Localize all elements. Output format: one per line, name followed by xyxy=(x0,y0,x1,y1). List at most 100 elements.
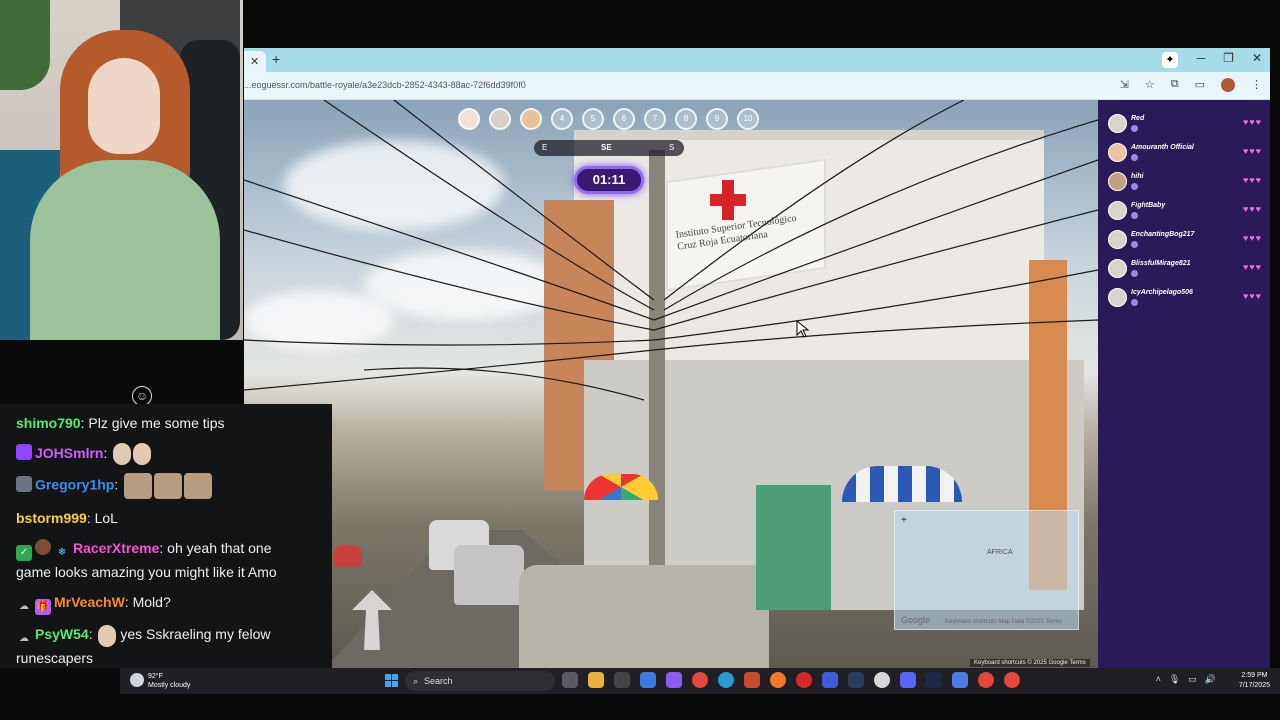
chat-colon: : xyxy=(103,445,112,461)
lives-hearts: ♥♥♥ xyxy=(1242,262,1262,272)
chrome-icon[interactable] xyxy=(978,672,994,688)
browser-tab[interactable]: ✕ xyxy=(244,51,266,72)
player-name: FightBaby xyxy=(1131,202,1166,209)
lives-hearts: ♥♥♥ xyxy=(1242,175,1262,185)
street-view-panorama[interactable]: Instituto Superior Tecnológico Cruz Roja… xyxy=(244,100,1098,668)
guess-minimap[interactable]: + AFRICA Google Keyboard shortcuts Map D… xyxy=(894,510,1079,630)
star-icon[interactable]: ☆ xyxy=(1145,78,1155,92)
sidebar-icon[interactable]: ▭ xyxy=(1195,78,1205,92)
navigation-arrow-icon[interactable] xyxy=(352,590,392,650)
compass-heading: SE xyxy=(601,143,612,152)
firefox-icon[interactable] xyxy=(770,672,786,688)
install-icon[interactable]: ⇲ xyxy=(1120,78,1129,92)
zoom-in-icon[interactable]: + xyxy=(901,515,907,526)
clock[interactable]: 2:59 PM 7/17/2025 xyxy=(1239,671,1270,691)
system-tray: ˄ 🎙 ▭ 🔊 xyxy=(1156,674,1216,685)
chat-message: shimo790: Plz give me some tips xyxy=(16,412,316,434)
chat-username[interactable]: MrVeachW xyxy=(54,594,125,610)
app-icon[interactable] xyxy=(952,672,968,688)
store-icon[interactable] xyxy=(640,672,656,688)
badge-icon: ☁ xyxy=(19,633,29,645)
emote-icon xyxy=(133,443,152,466)
emote-icon xyxy=(184,473,213,500)
emote-icon xyxy=(154,473,183,500)
chat-message: ✓ ❄ RacerXtreme: oh yeah that one xyxy=(16,537,316,562)
temperature: 92°F xyxy=(148,673,163,680)
minimize-icon[interactable]: ─ xyxy=(1197,51,1206,65)
player-avatar xyxy=(489,108,511,130)
chat-username[interactable]: bstorm999 xyxy=(16,510,87,526)
photoshop-icon[interactable] xyxy=(926,672,942,688)
chat-message-continued: game looks amazing you might like it Amo xyxy=(16,561,316,583)
microphone-icon[interactable]: 🎙 xyxy=(1169,674,1180,685)
player-avatar xyxy=(1108,288,1127,307)
emote-icon xyxy=(98,624,117,647)
player-slot: 5 xyxy=(582,108,604,130)
chat-message: JOHSmlrn: xyxy=(16,442,316,466)
chat-colon: : xyxy=(114,477,123,493)
taskbar-apps xyxy=(562,672,1020,688)
start-icon[interactable] xyxy=(385,674,398,687)
player-list: Red ♥♥♥ Amouranth Official ♥♥♥ hihi ♥♥♥ … xyxy=(1098,100,1270,668)
chat-colon: : xyxy=(159,540,168,557)
more-menu-icon[interactable]: ⋮ xyxy=(1251,78,1262,92)
stream-chat: shimo790: Plz give me some tips JOHSmlrn… xyxy=(0,404,332,668)
emote-picker-icon[interactable]: ☺ xyxy=(132,386,152,406)
app-icon[interactable] xyxy=(614,672,630,688)
app-icon[interactable] xyxy=(744,672,760,688)
player-slot: 10 xyxy=(737,108,759,130)
chat-username[interactable]: JOHSmlrn xyxy=(35,445,103,461)
window-controls: ─ ❐ ✕ xyxy=(1197,51,1262,65)
player-slot: 9 xyxy=(706,108,728,130)
chevron-up-icon[interactable]: ˄ xyxy=(1156,674,1161,685)
chrome-icon[interactable] xyxy=(692,672,708,688)
app-icon[interactable] xyxy=(666,672,682,688)
level-badge-icon xyxy=(1131,154,1138,161)
discord-icon[interactable] xyxy=(900,672,916,688)
webcam-streamer-body xyxy=(30,160,220,340)
task-view-icon[interactable] xyxy=(562,672,578,688)
edge-icon[interactable] xyxy=(718,672,734,688)
van xyxy=(519,565,769,668)
chat-colon: : xyxy=(86,510,95,527)
profile-avatar[interactable] xyxy=(1221,78,1235,92)
steam-icon[interactable] xyxy=(848,672,864,688)
chat-username[interactable]: Gregory1hp xyxy=(35,477,114,493)
chat-text: oh yeah that one xyxy=(167,540,272,557)
chrome-icon[interactable] xyxy=(1004,672,1020,688)
player-avatar xyxy=(1108,172,1127,191)
bits-badge-icon xyxy=(16,476,32,492)
chat-colon: : xyxy=(88,626,97,643)
chat-text: Plz give me some tips xyxy=(88,415,225,431)
browser-window: ✕ + ✦ ─ ❐ ✕ ...eoguessr.com/battle-royal… xyxy=(244,48,1270,668)
close-tab-icon[interactable]: ✕ xyxy=(250,55,259,68)
date: 7/17/2025 xyxy=(1238,682,1270,689)
weather-icon xyxy=(130,673,144,687)
close-window-icon[interactable]: ✕ xyxy=(1252,51,1262,65)
chat-text: LoL xyxy=(94,510,118,527)
player-row: Amouranth Official ♥♥♥ xyxy=(1108,143,1268,167)
new-tab-button[interactable]: + xyxy=(272,51,280,67)
app-icon[interactable] xyxy=(822,672,838,688)
app-icon[interactable] xyxy=(874,672,890,688)
file-explorer-icon[interactable] xyxy=(588,672,604,688)
lives-hearts: ♥♥♥ xyxy=(1242,204,1262,214)
display-icon[interactable]: ▭ xyxy=(1188,674,1197,685)
chat-colon: : xyxy=(124,594,133,611)
url-text[interactable]: ...eoguessr.com/battle-royale/a3e23dcb-2… xyxy=(244,80,526,90)
extensions-icon[interactable]: ⧉ xyxy=(1171,78,1179,92)
volume-icon[interactable]: 🔊 xyxy=(1205,674,1216,685)
green-booth xyxy=(756,485,831,610)
emote-icon xyxy=(113,443,132,466)
player-slots: 4 5 6 7 8 9 10 xyxy=(458,108,759,130)
opera-icon[interactable] xyxy=(796,672,812,688)
chat-username[interactable]: RacerXtreme xyxy=(73,540,159,556)
chat-username[interactable]: shimo790 xyxy=(16,415,81,431)
sparkle-icon[interactable]: ✦ xyxy=(1162,52,1178,68)
chat-username[interactable]: PsyW54 xyxy=(35,626,89,642)
player-name: hihi xyxy=(1131,173,1144,180)
taskbar-search[interactable]: ⌕ Search xyxy=(405,671,555,691)
badge-icon xyxy=(35,539,51,556)
restore-icon[interactable]: ❐ xyxy=(1223,51,1234,65)
player-avatar xyxy=(1108,114,1127,133)
